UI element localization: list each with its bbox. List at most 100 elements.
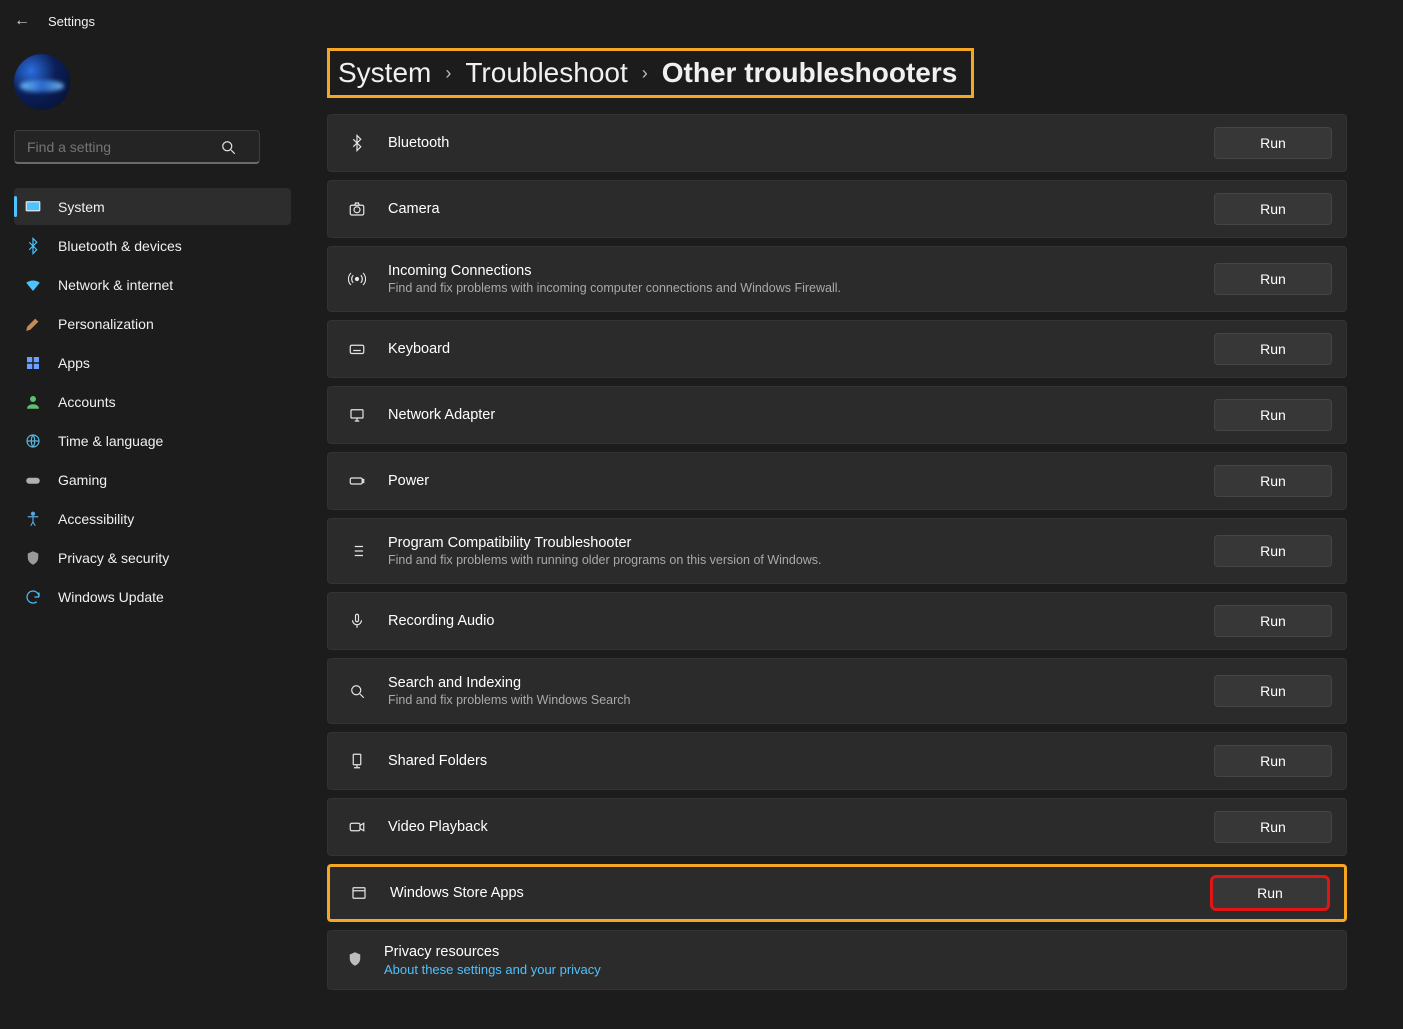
titlebar: ← Settings — [0, 0, 1403, 42]
sidebar-item-label: Gaming — [58, 472, 107, 488]
privacy-link[interactable]: About these settings and your privacy — [384, 962, 601, 977]
list-icon — [346, 542, 368, 560]
sidebar-item-label: Personalization — [58, 316, 154, 332]
apps-icon — [24, 354, 42, 372]
sidebar-item-label: Windows Update — [58, 589, 164, 605]
sidebar-item-update[interactable]: Windows Update — [14, 578, 291, 615]
troubleshooter-camera: Camera Run — [327, 180, 1347, 238]
window-icon — [348, 884, 370, 902]
troubleshooter-search-indexing: Search and Indexing Find and fix problem… — [327, 658, 1347, 724]
run-button[interactable]: Run — [1214, 811, 1332, 843]
troubleshooter-recording-audio: Recording Audio Run — [327, 592, 1347, 650]
troubleshooter-keyboard: Keyboard Run — [327, 320, 1347, 378]
sidebar-item-label: Accessibility — [58, 511, 134, 527]
chevron-right-icon: › — [445, 63, 451, 84]
sidebar-item-system[interactable]: System — [14, 188, 291, 225]
troubleshooter-windows-store-apps: Windows Store Apps Run — [327, 864, 1347, 922]
window-title: Settings — [48, 14, 95, 29]
update-icon — [24, 588, 42, 606]
run-button[interactable]: Run — [1214, 399, 1332, 431]
avatar[interactable] — [14, 54, 70, 110]
keyboard-icon — [346, 340, 368, 358]
search-icon — [346, 682, 368, 700]
card-subtitle: Find and fix problems with running older… — [388, 553, 1194, 567]
troubleshooter-list: Bluetooth Run Camera Run Incoming Connec… — [327, 114, 1347, 922]
run-button[interactable]: Run — [1214, 127, 1332, 159]
sidebar-item-gaming[interactable]: Gaming — [14, 461, 291, 498]
troubleshooter-video-playback: Video Playback Run — [327, 798, 1347, 856]
bluetooth-icon — [24, 237, 42, 255]
run-button[interactable]: Run — [1214, 605, 1332, 637]
sidebar-item-apps[interactable]: Apps — [14, 344, 291, 381]
troubleshooter-network-adapter: Network Adapter Run — [327, 386, 1347, 444]
shield-icon — [346, 950, 364, 971]
breadcrumb-highlight: System › Troubleshoot › Other troublesho… — [327, 48, 974, 98]
card-title: Camera — [388, 201, 1194, 217]
privacy-title: Privacy resources — [384, 944, 601, 960]
card-title: Recording Audio — [388, 613, 1194, 629]
monitor-icon — [346, 406, 368, 424]
sidebar-item-label: Apps — [58, 355, 90, 371]
run-button[interactable]: Run — [1214, 535, 1332, 567]
shield-icon — [24, 549, 42, 567]
camera-icon — [346, 200, 368, 218]
troubleshooter-shared-folders: Shared Folders Run — [327, 732, 1347, 790]
breadcrumb-system[interactable]: System — [338, 57, 431, 89]
card-subtitle: Find and fix problems with Windows Searc… — [388, 693, 1194, 707]
globe-icon — [24, 432, 42, 450]
card-subtitle: Find and fix problems with incoming comp… — [388, 281, 1194, 295]
sidebar: System Bluetooth & devices Network & int… — [0, 42, 305, 1020]
card-title: Shared Folders — [388, 753, 1194, 769]
sidebar-item-privacy[interactable]: Privacy & security — [14, 539, 291, 576]
sidebar-item-network[interactable]: Network & internet — [14, 266, 291, 303]
sidebar-item-label: System — [58, 199, 105, 215]
sidebar-item-label: Bluetooth & devices — [58, 238, 182, 254]
chevron-right-icon: › — [642, 63, 648, 84]
server-icon — [346, 752, 368, 770]
bluetooth-icon — [346, 134, 368, 152]
card-title: Bluetooth — [388, 135, 1194, 151]
run-button[interactable]: Run — [1214, 465, 1332, 497]
breadcrumb-troubleshoot[interactable]: Troubleshoot — [465, 57, 627, 89]
mic-icon — [346, 612, 368, 630]
troubleshooter-power: Power Run — [327, 452, 1347, 510]
search-container — [14, 130, 291, 164]
sidebar-item-label: Time & language — [58, 433, 163, 449]
sidebar-item-bluetooth[interactable]: Bluetooth & devices — [14, 227, 291, 264]
card-title: Video Playback — [388, 819, 1194, 835]
sidebar-item-personalization[interactable]: Personalization — [14, 305, 291, 342]
video-icon — [346, 818, 368, 836]
sidebar-item-time[interactable]: Time & language — [14, 422, 291, 459]
battery-icon — [346, 472, 368, 490]
card-title: Program Compatibility Troubleshooter — [388, 535, 1194, 551]
main: System › Troubleshoot › Other troublesho… — [305, 42, 1403, 1020]
run-button[interactable]: Run — [1214, 675, 1332, 707]
privacy-resources: Privacy resources About these settings a… — [327, 930, 1347, 990]
nav: System Bluetooth & devices Network & int… — [14, 188, 291, 615]
run-button[interactable]: Run — [1214, 333, 1332, 365]
back-button[interactable]: ← — [14, 12, 30, 30]
run-button[interactable]: Run — [1210, 875, 1330, 911]
troubleshooter-program-compat: Program Compatibility Troubleshooter Fin… — [327, 518, 1347, 584]
run-button[interactable]: Run — [1214, 263, 1332, 295]
gaming-icon — [24, 471, 42, 489]
card-title: Power — [388, 473, 1194, 489]
search-icon — [219, 138, 237, 159]
card-title: Search and Indexing — [388, 675, 1194, 691]
run-button[interactable]: Run — [1214, 193, 1332, 225]
sidebar-item-accounts[interactable]: Accounts — [14, 383, 291, 420]
signal-icon — [346, 270, 368, 288]
display-icon — [24, 198, 42, 216]
run-button[interactable]: Run — [1214, 745, 1332, 777]
troubleshooter-bluetooth: Bluetooth Run — [327, 114, 1347, 172]
breadcrumb: System › Troubleshoot › Other troublesho… — [338, 57, 957, 89]
accessibility-icon — [24, 510, 42, 528]
card-title: Keyboard — [388, 341, 1194, 357]
wifi-icon — [24, 276, 42, 294]
sidebar-item-label: Accounts — [58, 394, 116, 410]
sidebar-item-label: Privacy & security — [58, 550, 169, 566]
person-icon — [24, 393, 42, 411]
sidebar-item-accessibility[interactable]: Accessibility — [14, 500, 291, 537]
breadcrumb-current: Other troubleshooters — [662, 57, 958, 89]
brush-icon — [24, 315, 42, 333]
